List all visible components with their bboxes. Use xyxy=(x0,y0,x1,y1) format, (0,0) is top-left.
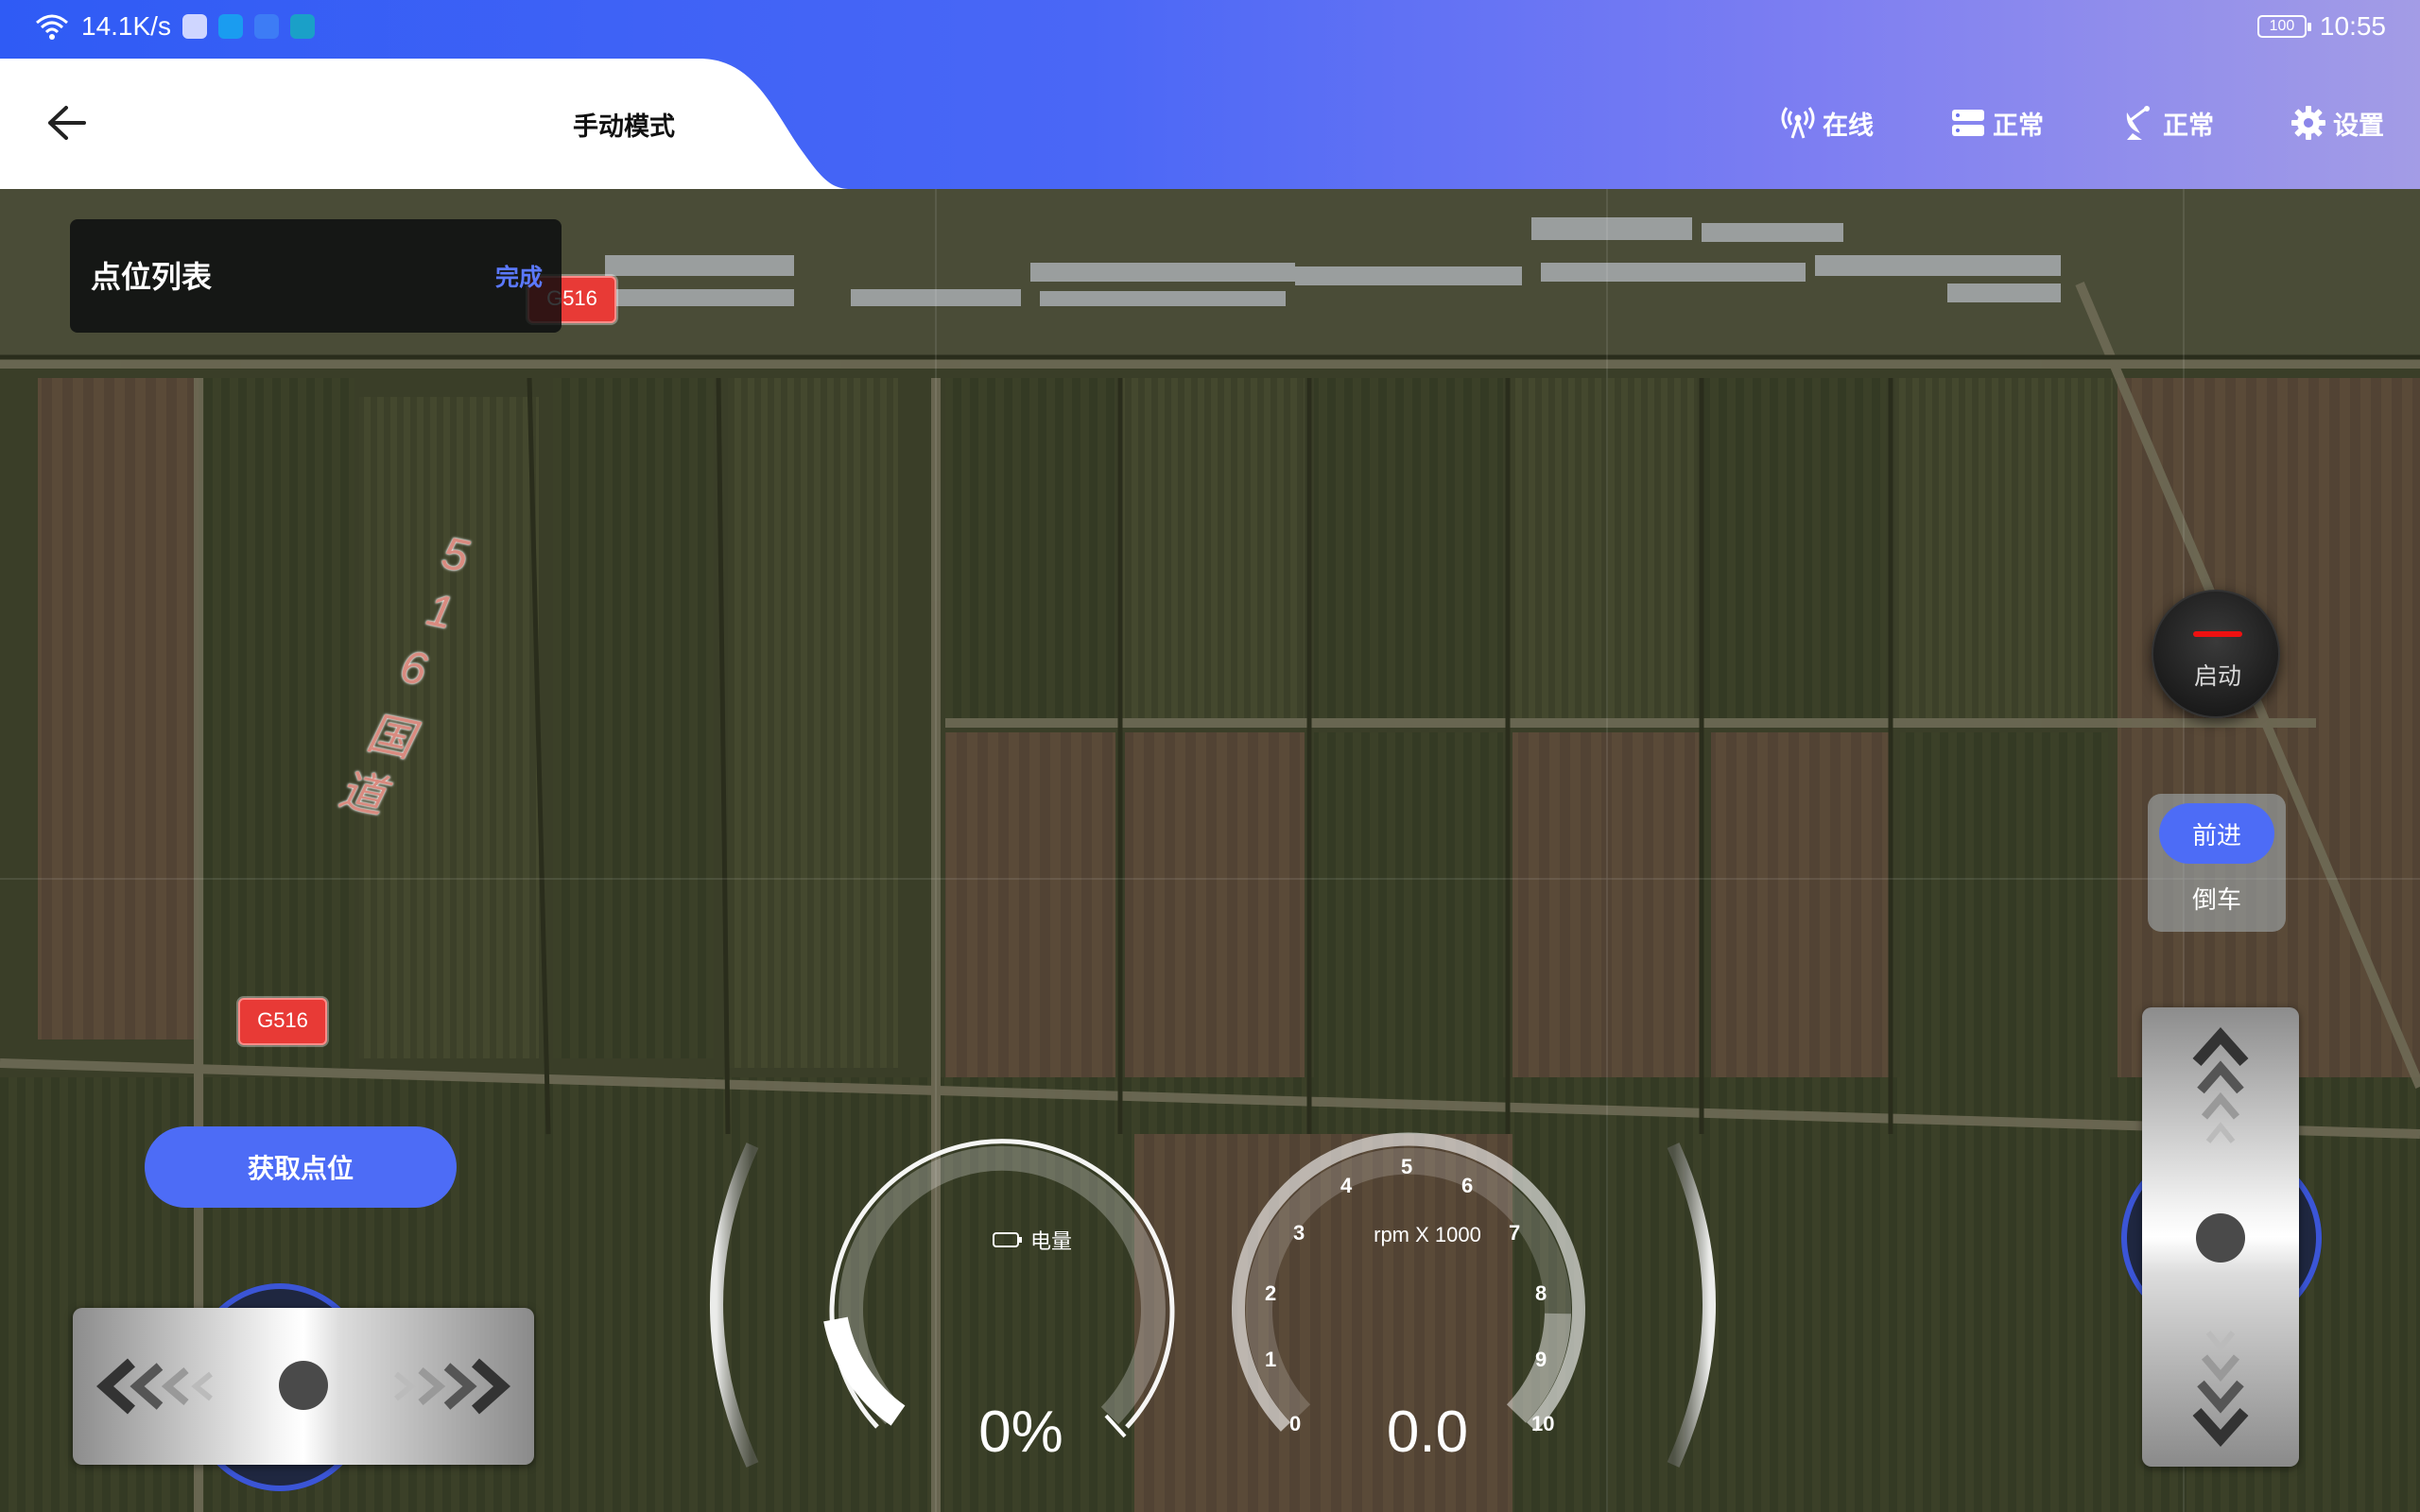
gear-icon xyxy=(2291,106,2325,140)
online-status: 在线 xyxy=(1781,102,1874,144)
point-list-panel: 点位列表 完成 xyxy=(70,219,562,333)
start-button[interactable]: 启动 xyxy=(2152,590,2280,718)
back-button[interactable] xyxy=(38,94,95,151)
get-point-button[interactable]: 获取点位 xyxy=(145,1126,457,1208)
signal-tower-icon xyxy=(1781,107,1815,139)
rpm-tick-9: 9 xyxy=(1535,1348,1547,1371)
battery-gauge-label: 电量 xyxy=(993,1225,1072,1255)
start-indicator-bar xyxy=(2193,631,2242,637)
battery-icon: 100 xyxy=(2256,15,2311,38)
rpm-tick-0: 0 xyxy=(1289,1412,1302,1435)
rpm-tick-4: 4 xyxy=(1340,1174,1353,1197)
rpm-tick-1: 1 xyxy=(1265,1348,1277,1371)
server-status: 正常 xyxy=(1951,102,2044,144)
rpm-tick-2: 2 xyxy=(1265,1281,1277,1305)
gear-forward-option[interactable]: 前进 xyxy=(2159,803,2274,864)
arrow-left-icon xyxy=(48,106,86,140)
gear-switch: 前进 倒车 xyxy=(2148,794,2286,932)
system-status-bar: 14.1K/s 100 10:55 xyxy=(0,0,2420,59)
rpm-tick-6: 6 xyxy=(1461,1174,1474,1197)
throttle-joystick-knob[interactable] xyxy=(2196,1213,2245,1263)
battery-gauge-value: 0% xyxy=(978,1400,1063,1465)
battery-gauge-fill xyxy=(823,1316,906,1426)
settings-label: 设置 xyxy=(2333,111,2384,140)
clock: 10:55 xyxy=(2319,11,2386,41)
battery-icon xyxy=(993,1232,1022,1247)
weather-app-icon xyxy=(289,14,315,39)
satellite-status-label: 正常 xyxy=(2163,111,2214,140)
gauge-graphics xyxy=(710,1132,1716,1468)
road-badge-g516-left: G516 xyxy=(238,998,327,1045)
battery-label-text: 电量 xyxy=(1030,1229,1073,1253)
wifi-icon xyxy=(36,14,68,40)
rpm-tick-5: 5 xyxy=(1401,1155,1413,1178)
chevrons-up-icon xyxy=(2192,1026,2249,1143)
chevrons-right-icon xyxy=(394,1358,511,1415)
point-list-title: 点位列表 xyxy=(91,260,213,294)
server-icon xyxy=(1952,110,1984,136)
rpm-gauge-value: 0.0 xyxy=(1386,1400,1469,1465)
rpm-tick-8: 8 xyxy=(1535,1281,1547,1305)
chevrons-down-icon xyxy=(2192,1331,2249,1448)
point-list-done-button[interactable]: 完成 xyxy=(495,259,543,293)
gauge-cluster: 电量 0% rpm X 1000 0.0 0 1 2 3 4 5 6 7 8 9… xyxy=(662,1115,1777,1512)
gear-reverse-option[interactable]: 倒车 xyxy=(2148,881,2286,916)
chevrons-left-icon xyxy=(95,1358,213,1415)
rpm-tick-3: 3 xyxy=(1293,1221,1305,1245)
search-app-icon xyxy=(217,14,243,39)
page-title: 手动模式 xyxy=(573,112,675,141)
rpm-gauge-track xyxy=(1246,1147,1571,1423)
online-status-label: 在线 xyxy=(1823,111,1874,140)
rpm-tick-7: 7 xyxy=(1509,1221,1521,1245)
rpm-tick-10: 10 xyxy=(1531,1412,1555,1435)
server-status-label: 正常 xyxy=(1993,111,2044,140)
gallery-app-icon xyxy=(182,14,207,39)
cloud-app-icon xyxy=(253,14,279,39)
steering-joystick-knob[interactable] xyxy=(279,1361,328,1410)
header-title-tab xyxy=(0,59,851,189)
satellite-status: 正常 xyxy=(2121,102,2214,144)
rpm-gauge-unit-label: rpm X 1000 xyxy=(1374,1223,1481,1246)
satellite-dish-icon xyxy=(2126,106,2150,140)
network-speed: 14.1K/s xyxy=(81,11,171,41)
gauge-bracket-left xyxy=(710,1143,759,1468)
settings-button[interactable]: 设置 xyxy=(2291,102,2384,144)
start-label: 启动 xyxy=(2193,663,2241,690)
gauge-bracket-right xyxy=(1667,1143,1716,1468)
battery-gauge-inner-track xyxy=(838,1145,1166,1425)
top-bar: 14.1K/s 100 10:55 手动模式 在线 正常 正常 设置 xyxy=(0,0,2420,189)
steering-joystick[interactable] xyxy=(73,1308,534,1465)
throttle-joystick[interactable] xyxy=(2142,1007,2299,1467)
